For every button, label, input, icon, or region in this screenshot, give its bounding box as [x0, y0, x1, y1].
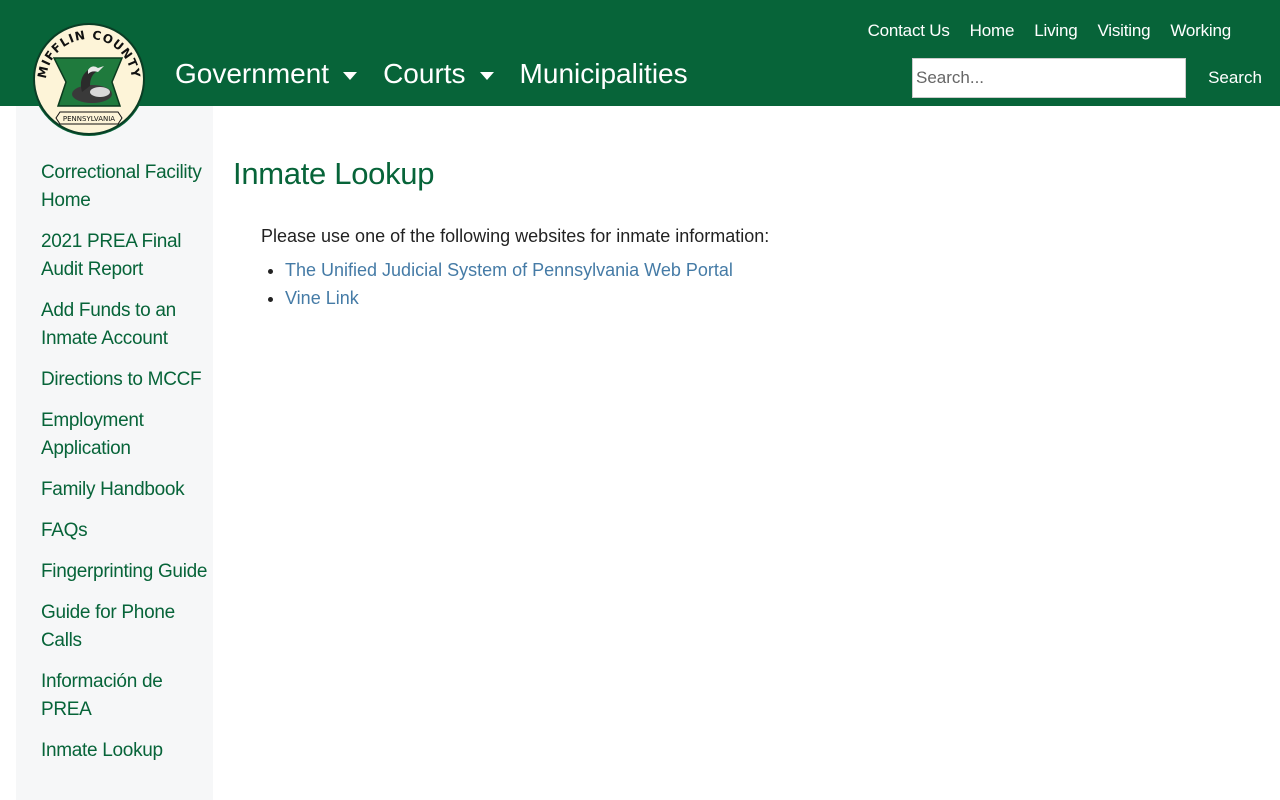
sidebar-item: Correctional Facility Home	[41, 159, 213, 215]
sidebar-item-directions[interactable]: Directions to MCCF	[41, 366, 213, 394]
sidebar-menu: Correctional Facility Home 2021 PREA Fin…	[41, 159, 213, 778]
sidebar: Correctional Facility Home 2021 PREA Fin…	[16, 106, 213, 800]
sidebar-item: FAQs	[41, 517, 213, 545]
sidebar-item-family-handbook[interactable]: Family Handbook	[41, 476, 213, 504]
list-item: The Unified Judicial System of Pennsylva…	[285, 256, 733, 284]
sidebar-item-prea-audit-report[interactable]: 2021 PREA Final Audit Report	[41, 228, 213, 284]
main-nav-government-label: Government	[175, 58, 330, 89]
main-nav-courts[interactable]: Courts	[383, 58, 494, 90]
sidebar-item: Guide for Phone Calls	[41, 599, 213, 655]
search-button[interactable]: Search	[1200, 58, 1270, 98]
intro-text: Please use one of the following websites…	[261, 226, 770, 246]
sidebar-item-fingerprinting-guide[interactable]: Fingerprinting Guide	[41, 558, 213, 586]
sidebar-item: Employment Application	[41, 407, 213, 463]
utility-nav-living[interactable]: Living	[1034, 21, 1077, 41]
vine-link[interactable]: Vine Link	[285, 288, 359, 308]
site-header: Contact Us Home Living Visiting Working …	[0, 0, 1280, 106]
county-seal-logo[interactable]: MIFFLIN COUNTY PENNSYLVANIA	[30, 20, 148, 138]
sidebar-item: 2021 PREA Final Audit Report	[41, 228, 213, 284]
main-nav-government[interactable]: Government	[175, 58, 358, 90]
main-nav-courts-label: Courts	[383, 58, 466, 89]
main-nav: Government Courts Municipalities	[175, 58, 714, 90]
sidebar-item-correctional-facility-home[interactable]: Correctional Facility Home	[41, 159, 213, 215]
sidebar-item: Family Handbook	[41, 476, 213, 504]
search-input[interactable]	[912, 58, 1186, 98]
svg-text:PENNSYLVANIA: PENNSYLVANIA	[63, 115, 115, 123]
sidebar-item-inmate-lookup[interactable]: Inmate Lookup	[41, 737, 213, 765]
utility-nav-visiting[interactable]: Visiting	[1097, 21, 1150, 41]
main-nav-municipalities[interactable]: Municipalities	[520, 58, 688, 90]
ujs-portal-link[interactable]: The Unified Judicial System of Pennsylva…	[285, 260, 733, 280]
caret-down-icon	[343, 71, 358, 80]
utility-nav-contact-us[interactable]: Contact Us	[868, 21, 950, 41]
sidebar-item-employment-application[interactable]: Employment Application	[41, 407, 213, 463]
utility-nav-home[interactable]: Home	[970, 21, 1015, 41]
sidebar-item-add-funds[interactable]: Add Funds to an Inmate Account	[41, 297, 213, 353]
sidebar-item: Directions to MCCF	[41, 366, 213, 394]
utility-nav-working[interactable]: Working	[1170, 21, 1231, 41]
sidebar-item-phone-calls-guide[interactable]: Guide for Phone Calls	[41, 599, 213, 655]
main-nav-municipalities-label: Municipalities	[519, 58, 688, 89]
page-title: Inmate Lookup	[233, 156, 435, 191]
county-seal-icon: MIFFLIN COUNTY PENNSYLVANIA	[32, 22, 146, 136]
sidebar-item-faqs[interactable]: FAQs	[41, 517, 213, 545]
sidebar-item: Inmate Lookup	[41, 737, 213, 765]
list-item: Vine Link	[285, 284, 733, 312]
sidebar-item: Información de PREA	[41, 668, 213, 724]
caret-down-icon	[479, 71, 494, 80]
sidebar-item: Fingerprinting Guide	[41, 558, 213, 586]
sidebar-item-informacion-prea[interactable]: Información de PREA	[41, 668, 213, 724]
sidebar-item: Add Funds to an Inmate Account	[41, 297, 213, 353]
utility-nav: Contact Us Home Living Visiting Working	[868, 21, 1232, 41]
inmate-info-links: The Unified Judicial System of Pennsylva…	[261, 256, 733, 312]
